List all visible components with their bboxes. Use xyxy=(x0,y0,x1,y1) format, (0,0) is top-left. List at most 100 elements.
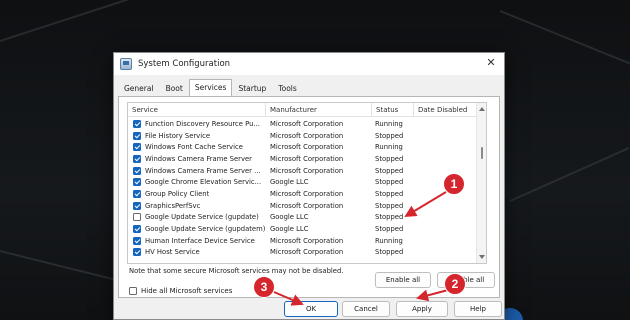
service-checkbox[interactable] xyxy=(133,213,141,222)
table-row[interactable]: File History Service Microsoft Corporatio… xyxy=(128,130,476,142)
manufacturer-cell: Microsoft Corporation xyxy=(270,119,344,128)
apply-button[interactable]: Apply xyxy=(396,301,448,317)
table-row[interactable]: Function Discovery Resource Pu... Microso… xyxy=(128,118,476,130)
status-cell: Running xyxy=(375,143,403,152)
table-row[interactable]: Windows Camera Frame Server ... Microsoft… xyxy=(128,165,476,177)
services-panel: Service Manufacturer Status Date Disable… xyxy=(118,96,500,298)
manufacturer-cell: Microsoft Corporation xyxy=(270,189,344,198)
service-checkbox[interactable] xyxy=(133,131,141,140)
service-checkbox[interactable] xyxy=(133,178,141,187)
service-cell: Google Update Service (gupdatem) xyxy=(128,225,266,234)
scroll-up-arrow-icon[interactable] xyxy=(479,107,485,111)
tab-startup[interactable]: Startup xyxy=(232,80,272,95)
help-button[interactable]: Help xyxy=(454,301,502,317)
service-cell: Windows Font Cache Service xyxy=(128,143,266,152)
service-name: GraphicsPerfSvc xyxy=(145,201,201,210)
status-cell: Stopped xyxy=(375,178,404,187)
system-configuration-window: System Configuration ✕ General Boot Serv… xyxy=(113,52,505,320)
service-checkbox[interactable] xyxy=(133,166,141,175)
tab-general[interactable]: General xyxy=(118,80,160,95)
table-row[interactable]: Human Interface Device Service Microsoft … xyxy=(128,235,476,247)
tab-strip: General Boot Services Startup Tools xyxy=(118,79,303,96)
hide-microsoft-services-option[interactable]: Hide all Microsoft services xyxy=(129,287,232,295)
tab-services[interactable]: Services xyxy=(188,79,233,96)
column-header-status[interactable]: Status xyxy=(372,103,414,117)
hide-microsoft-services-label: Hide all Microsoft services xyxy=(141,287,233,295)
window-title: System Configuration xyxy=(138,59,231,69)
service-name: Human Interface Device Service xyxy=(145,236,255,245)
status-cell: Stopped xyxy=(375,131,404,140)
service-name: File History Service xyxy=(145,131,210,140)
service-name: Google Update Service (gupdate) xyxy=(145,213,259,222)
table-row[interactable]: HV Host Service Microsoft Corporation Stop… xyxy=(128,247,476,259)
status-cell: Running xyxy=(375,236,403,245)
service-checkbox[interactable] xyxy=(133,248,141,257)
service-checkbox[interactable] xyxy=(133,236,141,245)
service-name: Windows Font Cache Service xyxy=(145,143,243,152)
table-row[interactable]: Windows Camera Frame Server Microsoft Cor… xyxy=(128,153,476,165)
ok-button[interactable]: OK xyxy=(284,301,338,317)
cancel-button[interactable]: Cancel xyxy=(342,301,390,317)
manufacturer-cell: Microsoft Corporation xyxy=(270,236,344,245)
service-name: Windows Camera Frame Server ... xyxy=(145,166,261,175)
service-cell: HV Host Service xyxy=(128,248,266,257)
status-cell: Stopped xyxy=(375,248,404,257)
manufacturer-cell: Microsoft Corporation xyxy=(270,131,344,140)
service-cell: File History Service xyxy=(128,131,266,140)
services-table: Service Manufacturer Status Date Disable… xyxy=(127,102,487,264)
tab-boot[interactable]: Boot xyxy=(160,80,189,95)
status-cell: Stopped xyxy=(375,201,404,210)
manufacturer-cell: Microsoft Corporation xyxy=(270,143,344,152)
secure-services-note: Note that some secure Microsoft services… xyxy=(129,267,344,275)
service-checkbox[interactable] xyxy=(133,143,141,152)
manufacturer-cell: Microsoft Corporation xyxy=(270,166,344,175)
disable-all-button[interactable]: Disable all xyxy=(437,272,495,288)
status-cell: Stopped xyxy=(375,189,404,198)
tab-tools[interactable]: Tools xyxy=(272,80,302,95)
column-header-manufacturer[interactable]: Manufacturer xyxy=(266,103,372,117)
service-cell: Function Discovery Resource Pu... xyxy=(128,119,266,128)
status-cell: Stopped xyxy=(375,213,404,222)
hide-microsoft-services-checkbox[interactable] xyxy=(129,287,137,295)
status-cell: Stopped xyxy=(375,154,404,163)
service-checkbox[interactable] xyxy=(133,201,141,210)
table-row[interactable]: GraphicsPerfSvc Microsoft Corporation Stop… xyxy=(128,200,476,212)
table-body: Function Discovery Resource Pu... Microso… xyxy=(128,118,476,258)
status-cell: Stopped xyxy=(375,166,404,175)
column-header-service[interactable]: Service xyxy=(128,103,266,117)
service-cell: Human Interface Device Service xyxy=(128,236,266,245)
msconfig-app-icon xyxy=(120,58,132,70)
close-icon[interactable]: ✕ xyxy=(484,56,498,70)
service-cell: Google Chrome Elevation Servic... xyxy=(128,178,266,187)
service-name: Function Discovery Resource Pu... xyxy=(145,119,260,128)
service-cell: Group Policy Client xyxy=(128,189,266,198)
title-bar[interactable]: System Configuration ✕ xyxy=(114,53,504,75)
service-checkbox[interactable] xyxy=(133,189,141,198)
manufacturer-cell: Google LLC xyxy=(270,225,309,234)
service-checkbox[interactable] xyxy=(133,154,141,163)
service-name: Google Update Service (gupdatem) xyxy=(145,225,266,234)
table-header: Service Manufacturer Status Date Disable… xyxy=(128,103,486,117)
manufacturer-cell: Google LLC xyxy=(270,213,309,222)
service-cell: Windows Camera Frame Server xyxy=(128,154,266,163)
manufacturer-cell: Google LLC xyxy=(270,178,309,187)
table-row[interactable]: Google Update Service (gupdate) Google LL… xyxy=(128,212,476,224)
table-row[interactable]: Google Chrome Elevation Servic... Google … xyxy=(128,176,476,188)
manufacturer-cell: Microsoft Corporation xyxy=(270,154,344,163)
service-cell: Google Update Service (gupdate) xyxy=(128,213,266,222)
status-cell: Stopped xyxy=(375,225,404,234)
scroll-down-arrow-icon[interactable] xyxy=(479,255,485,259)
table-row[interactable]: Group Policy Client Microsoft Corporation… xyxy=(128,188,476,200)
manufacturer-cell: Microsoft Corporation xyxy=(270,201,344,210)
manufacturer-cell: Microsoft Corporation xyxy=(270,248,344,257)
service-checkbox[interactable] xyxy=(133,119,141,128)
table-row[interactable]: Google Update Service (gupdatem) Google L… xyxy=(128,223,476,235)
service-name: Windows Camera Frame Server xyxy=(145,154,252,163)
scroll-thumb[interactable] xyxy=(481,147,483,159)
vertical-scrollbar[interactable] xyxy=(476,103,486,263)
enable-all-button[interactable]: Enable all xyxy=(375,272,431,288)
status-cell: Running xyxy=(375,119,403,128)
service-checkbox[interactable] xyxy=(133,225,141,234)
table-row[interactable]: Windows Font Cache Service Microsoft Corp… xyxy=(128,141,476,153)
column-header-date-disabled[interactable]: Date Disabled xyxy=(414,103,478,117)
